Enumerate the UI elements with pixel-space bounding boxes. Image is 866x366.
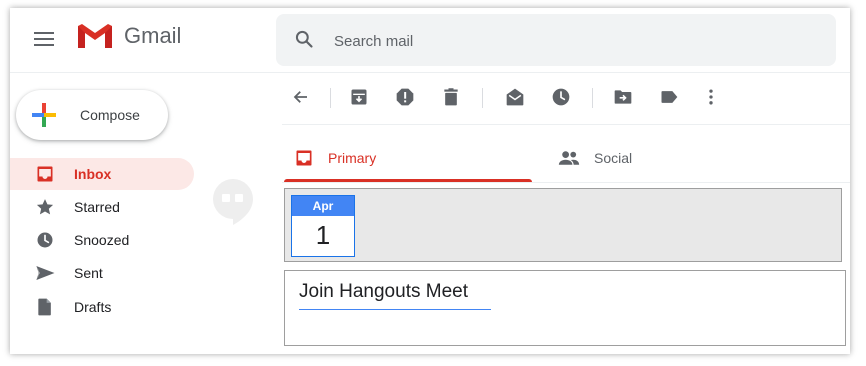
calendar-day: 1: [315, 220, 331, 250]
compose-plus-icon: [32, 103, 56, 127]
mark-unread-icon[interactable]: [504, 86, 526, 108]
toolbar-divider: [482, 88, 483, 108]
join-hangouts-meet-link[interactable]: Join Hangouts Meet: [299, 281, 491, 310]
sidebar-item-inbox[interactable]: Inbox: [10, 158, 194, 190]
label-icon[interactable]: [658, 86, 680, 108]
tab-label: Primary: [328, 150, 377, 166]
sidebar-item-snoozed[interactable]: Snoozed: [10, 224, 194, 256]
more-vert-icon[interactable]: [700, 86, 722, 108]
search-icon[interactable]: [294, 29, 314, 49]
back-arrow-icon[interactable]: [290, 86, 312, 108]
send-icon: [34, 262, 56, 284]
search-input[interactable]: [332, 28, 806, 54]
toolbar-divider: [330, 88, 331, 108]
inbox-icon: [34, 163, 56, 185]
sidebar-item-drafts[interactable]: Drafts: [10, 291, 194, 323]
sidebar-item-label: Snoozed: [74, 232, 130, 248]
tab-primary[interactable]: Primary: [284, 132, 532, 184]
main-menu-button[interactable]: [34, 32, 54, 48]
clock-icon: [34, 229, 56, 251]
draft-icon: [34, 296, 56, 318]
calendar-date-badge[interactable]: Apr 1: [291, 195, 355, 257]
tab-label: Social: [594, 150, 633, 166]
compose-button[interactable]: Compose: [16, 90, 168, 140]
snooze-icon[interactable]: [550, 86, 572, 108]
gmail-m-icon: [78, 24, 112, 48]
inbox-icon: [294, 148, 314, 168]
move-to-icon[interactable]: [612, 86, 634, 108]
search-bar[interactable]: [276, 14, 836, 66]
sidebar-item-label: Starred: [74, 199, 120, 215]
toolbar-bottom-divider: [282, 124, 850, 125]
toolbar-divider: [592, 88, 593, 108]
sidebar-item-label: Drafts: [74, 299, 112, 315]
delete-icon[interactable]: [440, 86, 462, 108]
gmail-window: Gmail Compose Inbox Starred: [10, 8, 850, 354]
calendar-month: Apr: [292, 196, 354, 216]
sidebar-item-label: Inbox: [74, 166, 112, 182]
tab-social[interactable]: Social: [546, 132, 806, 184]
sidebar-item-sent[interactable]: Sent: [10, 257, 194, 289]
sidebar-item-label: Sent: [74, 265, 103, 281]
gmail-logo[interactable]: Gmail: [76, 22, 181, 50]
date-row: Apr 1: [284, 188, 842, 262]
archive-icon[interactable]: [348, 86, 370, 108]
star-icon: [34, 196, 56, 218]
sidebar-item-starred[interactable]: Starred: [10, 191, 194, 223]
event-row: Join Hangouts Meet: [284, 270, 846, 346]
tabs-divider: [282, 182, 850, 183]
app-title: Gmail: [124, 23, 182, 48]
compose-label: Compose: [80, 107, 140, 123]
hangouts-icon[interactable]: [208, 176, 258, 226]
header-divider: [10, 72, 850, 73]
people-icon: [558, 149, 580, 167]
report-spam-icon[interactable]: [394, 86, 416, 108]
